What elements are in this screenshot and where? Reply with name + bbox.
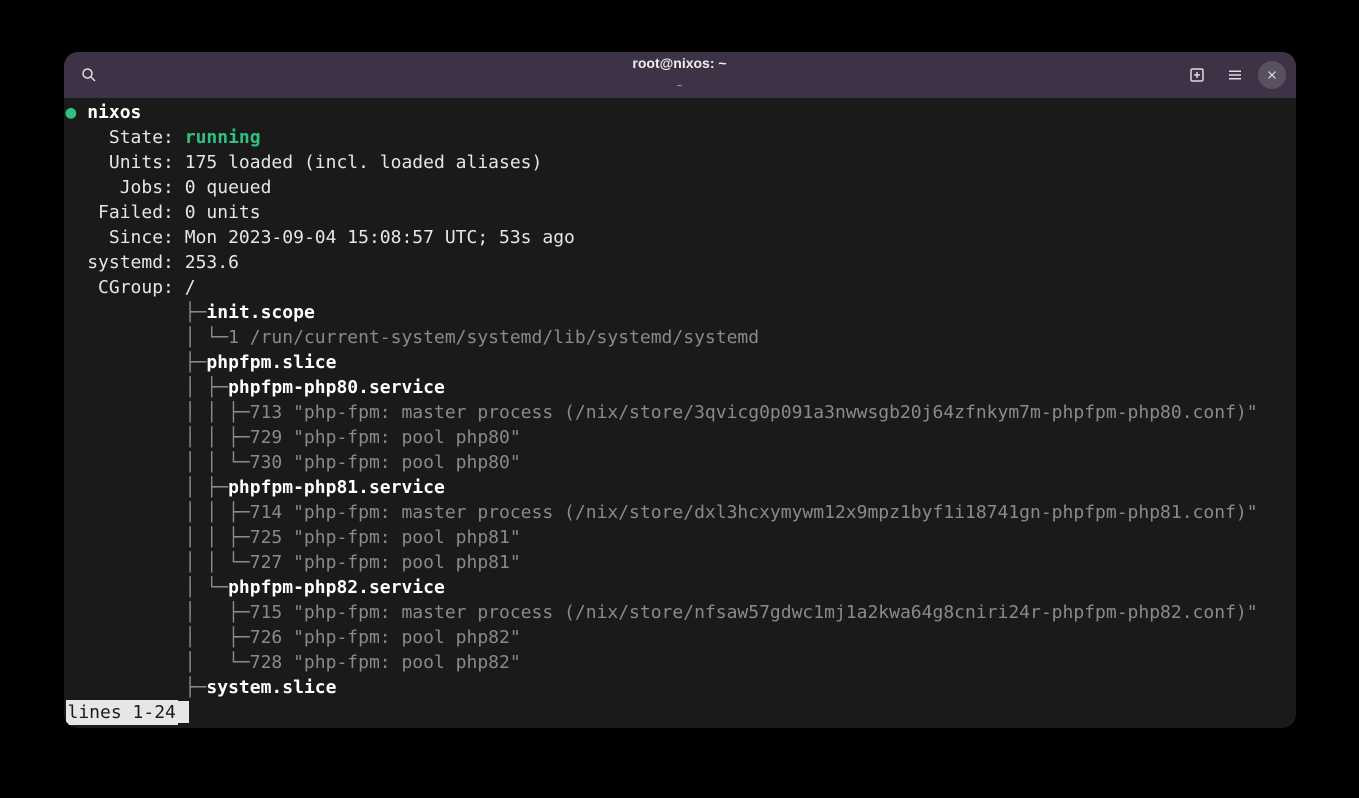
cgroup-label: CGroup: xyxy=(98,277,174,298)
window-subtitle: ~ xyxy=(632,74,726,99)
php80-service: phpfpm-php80.service xyxy=(228,377,445,398)
window-title: root@nixos: ~ xyxy=(632,52,726,76)
cursor xyxy=(178,701,189,723)
php81-proc-0: 714 "php-fpm: master process (/nix/store… xyxy=(250,502,1258,523)
php82-proc-2: 728 "php-fpm: pool php82" xyxy=(250,652,521,673)
systemd-value: 253.6 xyxy=(185,252,239,273)
php81-service: phpfpm-php81.service xyxy=(228,477,445,498)
titlebar: search-icon root@nixos: ~ ~ new-tab-icon… xyxy=(64,52,1296,98)
php82-proc-1: 726 "php-fpm: pool php82" xyxy=(250,627,521,648)
since-value: Mon 2023-09-04 15:08:57 UTC; 53s ago xyxy=(185,227,575,248)
since-label: Since: xyxy=(109,227,174,248)
jobs-value: 0 queued xyxy=(185,177,272,198)
failed-value: 0 units xyxy=(185,202,261,223)
system-slice: system.slice xyxy=(206,677,336,698)
terminal-window: search-icon root@nixos: ~ ~ new-tab-icon… xyxy=(64,52,1296,728)
php81-proc-2: 727 "php-fpm: pool php81" xyxy=(250,552,521,573)
failed-label: Failed: xyxy=(98,202,174,223)
php80-proc-2: 730 "php-fpm: pool php80" xyxy=(250,452,521,473)
state-value: running xyxy=(185,127,261,148)
state-label: State: xyxy=(109,127,174,148)
php80-proc-0: 713 "php-fpm: master process (/nix/store… xyxy=(250,402,1258,423)
new-tab-button[interactable]: new-tab-icon xyxy=(1182,60,1212,90)
phpfpm-slice: phpfpm.slice xyxy=(206,352,336,373)
units-value: 175 loaded (incl. loaded aliases) xyxy=(185,152,543,173)
jobs-label: Jobs: xyxy=(120,177,174,198)
init-scope: init.scope xyxy=(206,302,314,323)
systemd-label: systemd: xyxy=(87,252,174,273)
units-label: Units: xyxy=(109,152,174,173)
terminal-output[interactable]: ● nixos State: running Units: 175 loaded… xyxy=(64,98,1296,728)
cgroup-value: / xyxy=(185,277,196,298)
php81-proc-1: 725 "php-fpm: pool php81" xyxy=(250,527,521,548)
php82-service: phpfpm-php82.service xyxy=(228,577,445,598)
menu-button[interactable]: hamburger-icon xyxy=(1220,60,1250,90)
hostname: nixos xyxy=(87,102,141,123)
close-button[interactable]: close-icon xyxy=(1258,61,1286,89)
php82-proc-0: 715 "php-fpm: master process (/nix/store… xyxy=(250,602,1258,623)
init-proc: 1 /run/current-system/systemd/lib/system… xyxy=(228,327,759,348)
php80-proc-1: 729 "php-fpm: pool php80" xyxy=(250,427,521,448)
pager-status: lines 1-24 xyxy=(66,700,178,725)
status-dot: ● xyxy=(66,102,77,123)
search-button[interactable]: search-icon xyxy=(74,60,104,90)
